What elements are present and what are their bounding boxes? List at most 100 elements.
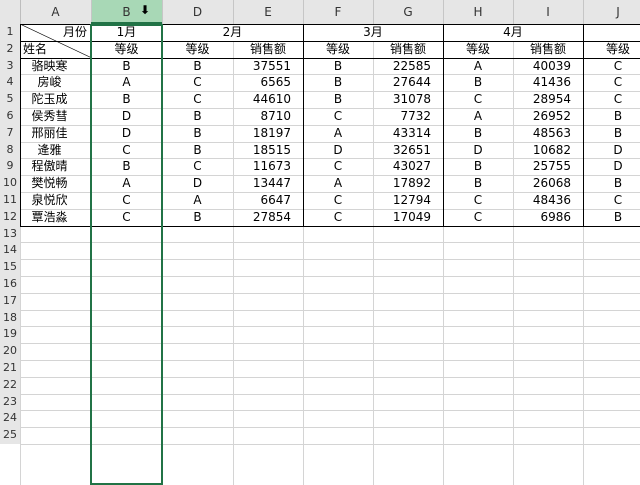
row-header-24[interactable]: 24 (0, 410, 20, 428)
data-cell[interactable]: C (303, 209, 373, 226)
data-cell[interactable]: B (162, 209, 233, 226)
data-cell[interactable]: 18197 (233, 125, 303, 142)
select-all-corner[interactable] (0, 0, 20, 24)
data-cell[interactable]: B (303, 91, 373, 108)
data-cell[interactable]: 12794 (373, 192, 443, 209)
month-header-cell[interactable]: 2月 (162, 24, 303, 41)
data-cell[interactable]: A (443, 108, 513, 125)
name-cell[interactable]: 逄雅 (20, 142, 91, 159)
data-cell[interactable]: C (162, 91, 233, 108)
row-header-8[interactable]: 8 (0, 141, 20, 159)
data-cell[interactable]: B (162, 58, 233, 75)
row-header-4[interactable]: 4 (0, 74, 20, 92)
row-header-5[interactable]: 5 (0, 91, 20, 108)
row-header-23[interactable]: 23 (0, 393, 20, 411)
month-header-cell[interactable]: 1月 (91, 24, 162, 41)
data-cell[interactable]: C (583, 74, 640, 91)
row-header-9[interactable]: 9 (0, 158, 20, 176)
name-cell[interactable]: 房峻 (20, 74, 91, 91)
data-cell[interactable]: A (162, 192, 233, 209)
data-cell[interactable]: 37551 (233, 58, 303, 75)
data-cell[interactable]: 48563 (513, 125, 583, 142)
data-cell[interactable]: 17892 (373, 175, 443, 192)
row-header-22[interactable]: 22 (0, 376, 20, 394)
data-cell[interactable]: 6647 (233, 192, 303, 209)
column-header-h[interactable]: H (443, 0, 513, 24)
data-cell[interactable]: D (583, 158, 640, 175)
data-cell[interactable]: B (162, 108, 233, 125)
data-cell[interactable]: 40039 (513, 58, 583, 75)
name-cell[interactable]: 邢丽佳 (20, 125, 91, 142)
data-cell[interactable]: C (303, 108, 373, 125)
row-header-13[interactable]: 13 (0, 225, 20, 243)
data-cell[interactable]: B (583, 108, 640, 125)
data-cell[interactable]: C (443, 209, 513, 226)
data-cell[interactable]: A (91, 175, 162, 192)
subheader-cell[interactable]: 等级 (303, 41, 373, 58)
name-cell[interactable]: 骆映寒 (20, 58, 91, 75)
row-header-11[interactable]: 11 (0, 192, 20, 209)
row-header-7[interactable]: 7 (0, 124, 20, 142)
row-header-1[interactable]: 1 (0, 24, 20, 41)
column-header-f[interactable]: F (303, 0, 373, 24)
data-cell[interactable]: 43027 (373, 158, 443, 175)
data-cell[interactable]: 6565 (233, 74, 303, 91)
name-cell[interactable]: 覃浩淼 (20, 209, 91, 226)
data-cell[interactable]: C (303, 158, 373, 175)
data-cell[interactable]: C (162, 74, 233, 91)
data-cell[interactable]: B (583, 209, 640, 226)
data-cell[interactable]: 6986 (513, 209, 583, 226)
data-cell[interactable]: C (91, 192, 162, 209)
row-header-15[interactable]: 15 (0, 259, 20, 276)
data-cell[interactable]: B (91, 91, 162, 108)
column-header-j[interactable]: J (583, 0, 640, 24)
data-cell[interactable]: 43314 (373, 125, 443, 142)
subheader-cell[interactable]: 等级 (583, 41, 640, 58)
column-header-i[interactable]: I (513, 0, 583, 24)
data-cell[interactable]: C (162, 158, 233, 175)
data-cell[interactable]: B (162, 125, 233, 142)
subheader-cell[interactable]: 等级 (162, 41, 233, 58)
data-cell[interactable]: 17049 (373, 209, 443, 226)
data-cell[interactable]: B (583, 125, 640, 142)
data-cell[interactable]: 22585 (373, 58, 443, 75)
month-header-cell[interactable]: 3月 (303, 24, 443, 41)
data-cell[interactable]: A (303, 125, 373, 142)
row-header-20[interactable]: 20 (0, 343, 20, 360)
row-header-25[interactable]: 25 (0, 427, 20, 444)
row-header-12[interactable]: 12 (0, 208, 20, 226)
subheader-cell[interactable]: 销售额 (513, 41, 583, 58)
data-cell[interactable]: B (303, 74, 373, 91)
column-header-e[interactable]: E (233, 0, 303, 24)
data-cell[interactable]: 44610 (233, 91, 303, 108)
data-cell[interactable]: B (91, 158, 162, 175)
data-cell[interactable]: B (443, 125, 513, 142)
row-header-14[interactable]: 14 (0, 242, 20, 260)
data-cell[interactable]: D (583, 142, 640, 159)
empty-cell[interactable] (583, 24, 640, 41)
data-cell[interactable]: C (91, 142, 162, 159)
row-header-21[interactable]: 21 (0, 360, 20, 377)
data-cell[interactable]: D (91, 108, 162, 125)
row-header-17[interactable]: 17 (0, 292, 20, 310)
data-cell[interactable]: C (583, 91, 640, 108)
data-cell[interactable]: B (162, 142, 233, 159)
subheader-cell[interactable]: 销售额 (233, 41, 303, 58)
data-cell[interactable]: 18515 (233, 142, 303, 159)
row-header-18[interactable]: 18 (0, 309, 20, 327)
column-header-g[interactable]: G (373, 0, 443, 24)
data-cell[interactable]: 8710 (233, 108, 303, 125)
name-cell[interactable]: 陀玉成 (20, 91, 91, 108)
column-header-a[interactable]: A (20, 0, 91, 24)
data-cell[interactable]: 28954 (513, 91, 583, 108)
data-cell[interactable]: C (583, 192, 640, 209)
name-cell[interactable]: 樊悦畅 (20, 175, 91, 192)
data-cell[interactable]: 11673 (233, 158, 303, 175)
data-cell[interactable]: 27644 (373, 74, 443, 91)
data-cell[interactable]: 7732 (373, 108, 443, 125)
data-cell[interactable]: D (91, 125, 162, 142)
data-cell[interactable]: 27854 (233, 209, 303, 226)
data-cell[interactable]: 10682 (513, 142, 583, 159)
name-cell[interactable]: 侯秀彗 (20, 108, 91, 125)
data-cell[interactable]: B (91, 58, 162, 75)
